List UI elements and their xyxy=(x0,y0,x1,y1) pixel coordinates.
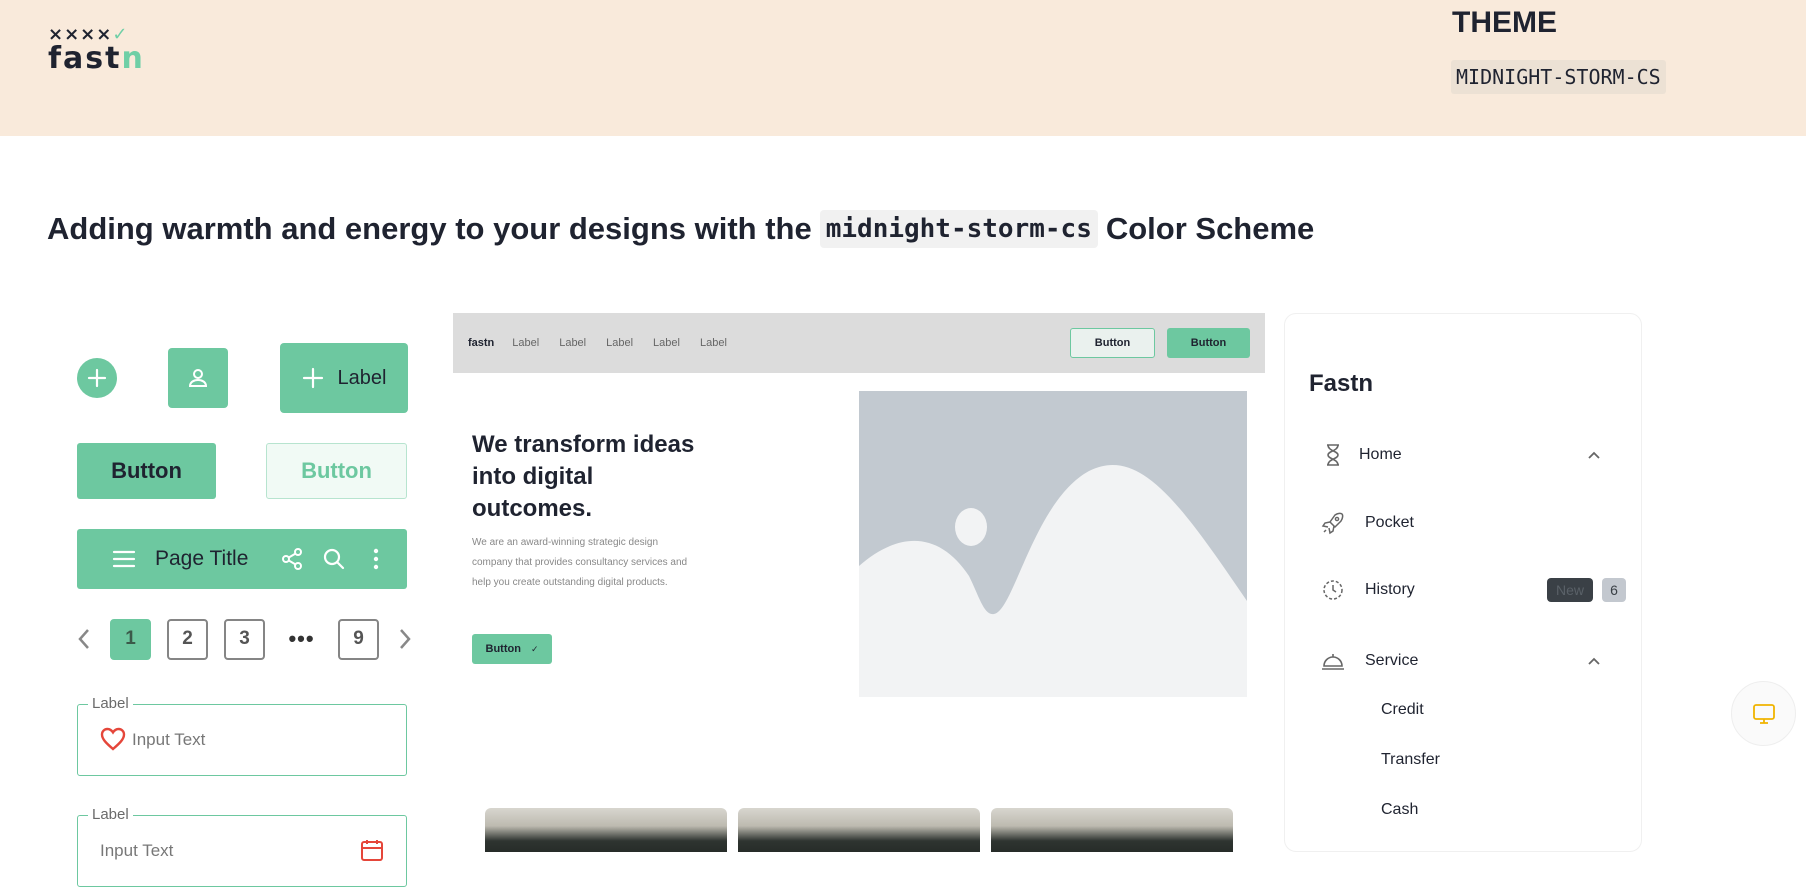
sidebar-subitem-cash[interactable]: Cash xyxy=(1381,801,1418,819)
fastn-logo[interactable]: ××××✓ fastn xyxy=(48,26,145,74)
outline-button[interactable]: Button xyxy=(266,443,407,499)
count-badge: 6 xyxy=(1602,578,1626,602)
plus-icon xyxy=(302,367,323,389)
preview-nav-link[interactable]: Label xyxy=(606,337,633,349)
solid-button[interactable]: Button xyxy=(77,443,216,499)
landscape-placeholder-icon xyxy=(859,391,1247,697)
floating-display-button[interactable] xyxy=(1731,681,1796,746)
page-header: ××××✓ fastn THEME MIDNIGHT-STORM-CS xyxy=(0,0,1806,136)
pagination-ellipsis: ••• xyxy=(288,626,315,651)
monitor-icon xyxy=(1752,703,1775,724)
preview-cta-label: Button xyxy=(485,643,521,655)
preview-hero-heading: We transform ideas into digital outcomes… xyxy=(472,431,695,522)
preview-hero-body: We are an award-winning strategic design… xyxy=(472,537,688,588)
preview-nav-link[interactable]: Label xyxy=(653,337,680,349)
app-bar: Page Title xyxy=(77,529,407,589)
add-circle-button[interactable] xyxy=(77,358,117,398)
sidebar-item-home[interactable]: Home xyxy=(1321,440,1601,470)
new-badge: New xyxy=(1547,578,1593,602)
sidebar-item-history[interactable]: History New 6 xyxy=(1321,575,1626,605)
preview-solid-button[interactable]: Button xyxy=(1167,328,1250,358)
preview-cta-button[interactable]: Button ✓ xyxy=(472,634,552,664)
preview-outline-button[interactable]: Button xyxy=(1070,328,1155,358)
gallery-image[interactable] xyxy=(738,808,980,852)
theme-name-badge: MIDNIGHT-STORM-CS xyxy=(1451,60,1666,94)
chevron-up-icon[interactable] xyxy=(1587,653,1601,671)
logo-word-accent: n xyxy=(121,41,145,76)
sidebar-panel: Fastn Home Pocket History New 6 Service … xyxy=(1284,313,1642,852)
menu-icon[interactable] xyxy=(111,546,137,572)
gallery-image[interactable] xyxy=(991,808,1233,852)
rocket-icon xyxy=(1321,511,1345,535)
page-button-1[interactable]: 1 xyxy=(110,618,151,660)
sidebar-title: Fastn xyxy=(1309,370,1374,397)
chevron-left-icon[interactable] xyxy=(74,628,94,650)
preview-nav-link[interactable]: Label xyxy=(700,337,727,349)
hourglass-icon xyxy=(1321,443,1345,467)
more-vertical-icon[interactable] xyxy=(363,546,389,572)
theme-title: THEME xyxy=(1452,6,1557,39)
field-label: Label xyxy=(88,806,133,823)
sidebar-item-label: Service xyxy=(1365,652,1419,669)
calendar-icon[interactable] xyxy=(360,838,384,867)
search-icon[interactable] xyxy=(321,546,347,572)
logo-word: fast xyxy=(48,41,122,76)
headline-text: Adding warmth and energy to your designs… xyxy=(47,211,812,246)
add-label-button[interactable]: Label xyxy=(280,343,408,413)
field-value: Input Text xyxy=(132,730,206,749)
website-preview: fastn Label Label Label Label Label Butt… xyxy=(453,313,1265,852)
page-headline: Adding warmth and energy to your designs… xyxy=(47,210,1314,248)
page-button-2[interactable]: 2 xyxy=(167,618,208,660)
pagination: 1 2 3 ••• 9 xyxy=(74,618,431,660)
field-value: Input Text xyxy=(100,841,174,860)
sidebar-item-label: Home xyxy=(1359,446,1402,463)
chevron-right-icon[interactable] xyxy=(395,628,415,650)
sidebar-item-label: Pocket xyxy=(1365,514,1414,531)
headline-code: midnight-storm-cs xyxy=(819,210,1098,248)
preview-nav-link[interactable]: Label xyxy=(512,337,539,349)
sidebar-subitem-transfer[interactable]: Transfer xyxy=(1381,751,1440,769)
image-placeholder xyxy=(859,391,1247,697)
user-icon xyxy=(188,369,208,387)
sidebar-item-label: History xyxy=(1365,581,1415,598)
sidebar-item-pocket[interactable]: Pocket xyxy=(1321,508,1601,538)
page-button-3[interactable]: 3 xyxy=(224,618,265,660)
gallery-image[interactable] xyxy=(485,808,727,852)
user-button[interactable] xyxy=(168,348,228,408)
preview-brand[interactable]: fastn xyxy=(468,337,494,349)
chevron-up-icon[interactable] xyxy=(1587,447,1601,465)
date-field[interactable]: Label Input Text xyxy=(77,806,407,887)
heart-icon xyxy=(100,727,126,756)
share-icon[interactable] xyxy=(279,546,305,572)
plus-icon xyxy=(87,368,107,388)
check-icon: ✓ xyxy=(530,643,539,654)
preview-nav-link[interactable]: Label xyxy=(559,337,586,349)
service-bell-icon xyxy=(1321,649,1345,673)
page-button-9[interactable]: 9 xyxy=(338,618,379,660)
text-field-with-icon[interactable]: Label Input Text xyxy=(77,695,407,776)
app-bar-title: Page Title xyxy=(155,547,249,570)
headline-suffix: Color Scheme xyxy=(1105,211,1315,246)
image-gallery xyxy=(485,808,1233,852)
sidebar-subitem-credit[interactable]: Credit xyxy=(1381,701,1424,719)
add-label-button-text: Label xyxy=(337,366,387,389)
sidebar-item-service[interactable]: Service xyxy=(1321,646,1601,676)
field-label: Label xyxy=(88,695,133,712)
preview-navbar: fastn Label Label Label Label Label Butt… xyxy=(453,313,1265,373)
history-icon xyxy=(1321,578,1345,602)
